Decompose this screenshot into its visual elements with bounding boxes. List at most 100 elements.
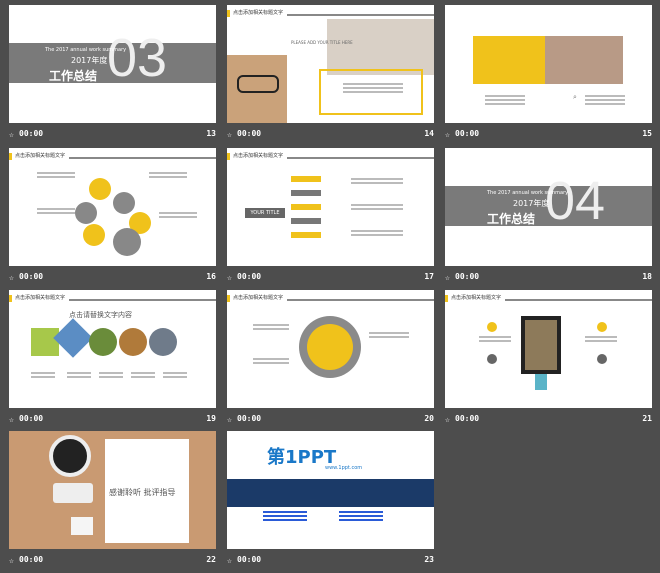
year: 2017年度 bbox=[71, 56, 108, 65]
caption: PLEASE ADD YOUR TITLE HERE bbox=[291, 40, 353, 45]
bar bbox=[291, 232, 321, 238]
slide-thumbnail-23[interactable]: 第1PPT www.1ppt.com ☆ 00:00 23 bbox=[227, 431, 434, 569]
star-icon: ☆ bbox=[9, 415, 14, 424]
bar bbox=[291, 190, 321, 196]
section-number: 04 bbox=[545, 171, 606, 231]
star-icon: ☆ bbox=[9, 273, 14, 282]
label-box: YOUR TITLE bbox=[245, 208, 285, 218]
slide-number: 14 bbox=[424, 129, 434, 138]
slide-meta: ☆ 00:00 17 bbox=[227, 267, 434, 286]
text-block-left bbox=[485, 95, 525, 107]
slide-17-canvas[interactable]: 点击添加相关标题文字 YOUR TITLE bbox=[227, 148, 434, 266]
slide-header: 点击添加相关标题文字 bbox=[445, 294, 652, 304]
search-circle-icon bbox=[113, 228, 141, 256]
glasses-shape bbox=[237, 75, 279, 93]
title: 工作总结 bbox=[487, 212, 536, 226]
headline: 点击请替换文字内容 bbox=[69, 311, 132, 319]
slide-15-canvas[interactable]: ⌕ bbox=[445, 5, 652, 123]
slide-20-canvas[interactable]: 点击添加相关标题文字 bbox=[227, 290, 434, 408]
slide-meta: ☆ 00:00 18 bbox=[445, 267, 652, 286]
slide-meta: ☆ 00:00 19 bbox=[9, 409, 216, 428]
text-block bbox=[131, 372, 155, 380]
text-block bbox=[37, 172, 75, 180]
slide-number: 13 bbox=[206, 129, 216, 138]
star-icon: ☆ bbox=[9, 130, 14, 139]
circle-icon bbox=[75, 202, 97, 224]
thanks-text: 感谢聆听 批评指导 bbox=[109, 488, 176, 497]
duration: 00:00 bbox=[455, 414, 480, 423]
duration: 00:00 bbox=[455, 272, 480, 281]
text-block bbox=[263, 511, 307, 523]
slide-thumbnail-22[interactable]: 感谢聆听 批评指导 ☆ 00:00 22 bbox=[9, 431, 216, 569]
slide-number: 22 bbox=[206, 555, 216, 564]
slide-meta: ☆ 00:00 23 bbox=[227, 550, 434, 569]
slide-header: 点击添加相关标题文字 bbox=[9, 152, 216, 162]
duration: 00:00 bbox=[19, 555, 44, 564]
bar bbox=[291, 204, 321, 210]
slide-22-canvas[interactable]: 感谢聆听 批评指导 bbox=[9, 431, 216, 549]
duration: 00:00 bbox=[19, 272, 44, 281]
slide-thumbnail-14[interactable]: 点击添加相关标题文字 PLEASE ADD YOUR TITLE HERE ☆ … bbox=[227, 5, 434, 143]
slide-thumbnail-16[interactable]: 点击添加相关标题文字 ☆ 00:00 16 bbox=[9, 148, 216, 286]
year: 2017年度 bbox=[513, 199, 550, 208]
duration: 00:00 bbox=[19, 129, 44, 138]
text-block bbox=[339, 511, 383, 523]
slide-23-canvas[interactable]: 第1PPT www.1ppt.com bbox=[227, 431, 434, 549]
duration: 00:00 bbox=[455, 129, 480, 138]
bar bbox=[291, 218, 321, 224]
title: 工作总结 bbox=[49, 69, 98, 83]
bar bbox=[291, 176, 321, 182]
slide-thumbnail-20[interactable]: 点击添加相关标题文字 ☆ 00:00 20 bbox=[227, 290, 434, 428]
slide-21-canvas[interactable]: 点击添加相关标题文字 bbox=[445, 290, 652, 408]
slide-16-canvas[interactable]: 点击添加相关标题文字 bbox=[9, 148, 216, 266]
text-block bbox=[351, 204, 403, 212]
hand-graphic bbox=[535, 374, 547, 390]
slide-thumbnail-21[interactable]: 点击添加相关标题文字 ☆ 00:00 21 bbox=[445, 290, 652, 428]
slide-number: 21 bbox=[642, 414, 652, 423]
slide-14-canvas[interactable]: 点击添加相关标题文字 PLEASE ADD YOUR TITLE HERE bbox=[227, 5, 434, 123]
image-tile bbox=[119, 328, 147, 356]
phone bbox=[53, 483, 93, 503]
icon-dot bbox=[487, 322, 497, 332]
slide-18-canvas[interactable]: 04 The 2017 annual work summary 2017年度 工… bbox=[445, 148, 652, 266]
circle-icon bbox=[83, 224, 105, 246]
slide-header: 点击添加相关标题文字 bbox=[9, 294, 216, 304]
slide-number: 23 bbox=[424, 555, 434, 564]
coffee-cup bbox=[49, 435, 91, 477]
slide-header: 点击添加相关标题文字 bbox=[227, 152, 434, 162]
icon-dot bbox=[597, 322, 607, 332]
slide-meta: ☆ 00:00 21 bbox=[445, 409, 652, 428]
slide-thumbnail-15[interactable]: ⌕ ☆ 00:00 15 bbox=[445, 5, 652, 143]
slide-13-canvas[interactable]: 03 The 2017 annual work summary 2017年度 工… bbox=[9, 5, 216, 123]
duration: 00:00 bbox=[237, 129, 262, 138]
duration: 00:00 bbox=[237, 272, 262, 281]
text-block-right bbox=[585, 95, 625, 107]
star-icon: ☆ bbox=[445, 415, 450, 424]
logo-url: www.1ppt.com bbox=[325, 465, 363, 471]
slide-thumbnail-17[interactable]: 点击添加相关标题文字 YOUR TITLE ☆ 00:00 17 bbox=[227, 148, 434, 286]
star-icon: ☆ bbox=[227, 415, 232, 424]
icon-dot bbox=[597, 354, 607, 364]
card bbox=[71, 517, 93, 535]
slide-header: 点击添加相关标题文字 bbox=[227, 9, 434, 19]
text-block bbox=[99, 372, 123, 380]
slide-thumbnail-18[interactable]: 04 The 2017 annual work summary 2017年度 工… bbox=[445, 148, 652, 286]
slide-sorter-grid: 03 The 2017 annual work summary 2017年度 工… bbox=[0, 0, 660, 573]
slide-thumbnail-19[interactable]: 点击添加相关标题文字 点击请替换文字内容 ☆ 00:00 19 bbox=[9, 290, 216, 428]
slide-19-canvas[interactable]: 点击添加相关标题文字 点击请替换文字内容 bbox=[9, 290, 216, 408]
star-icon: ☆ bbox=[227, 273, 232, 282]
slide-meta: ☆ 00:00 14 bbox=[227, 124, 434, 143]
star-icon: ☆ bbox=[9, 556, 14, 565]
slide-number: 20 bbox=[424, 414, 434, 423]
slide-meta: ☆ 00:00 16 bbox=[9, 267, 216, 286]
text-block bbox=[351, 230, 403, 238]
circle-icon bbox=[113, 192, 135, 214]
text-block bbox=[149, 172, 187, 180]
slide-number: 16 bbox=[206, 272, 216, 281]
duration: 00:00 bbox=[237, 555, 262, 564]
slide-thumbnail-13[interactable]: 03 The 2017 annual work summary 2017年度 工… bbox=[9, 5, 216, 143]
search-icon: ⌕ bbox=[573, 93, 577, 101]
text-block bbox=[351, 178, 403, 186]
slide-number: 17 bbox=[424, 272, 434, 281]
image-tile bbox=[31, 328, 59, 356]
